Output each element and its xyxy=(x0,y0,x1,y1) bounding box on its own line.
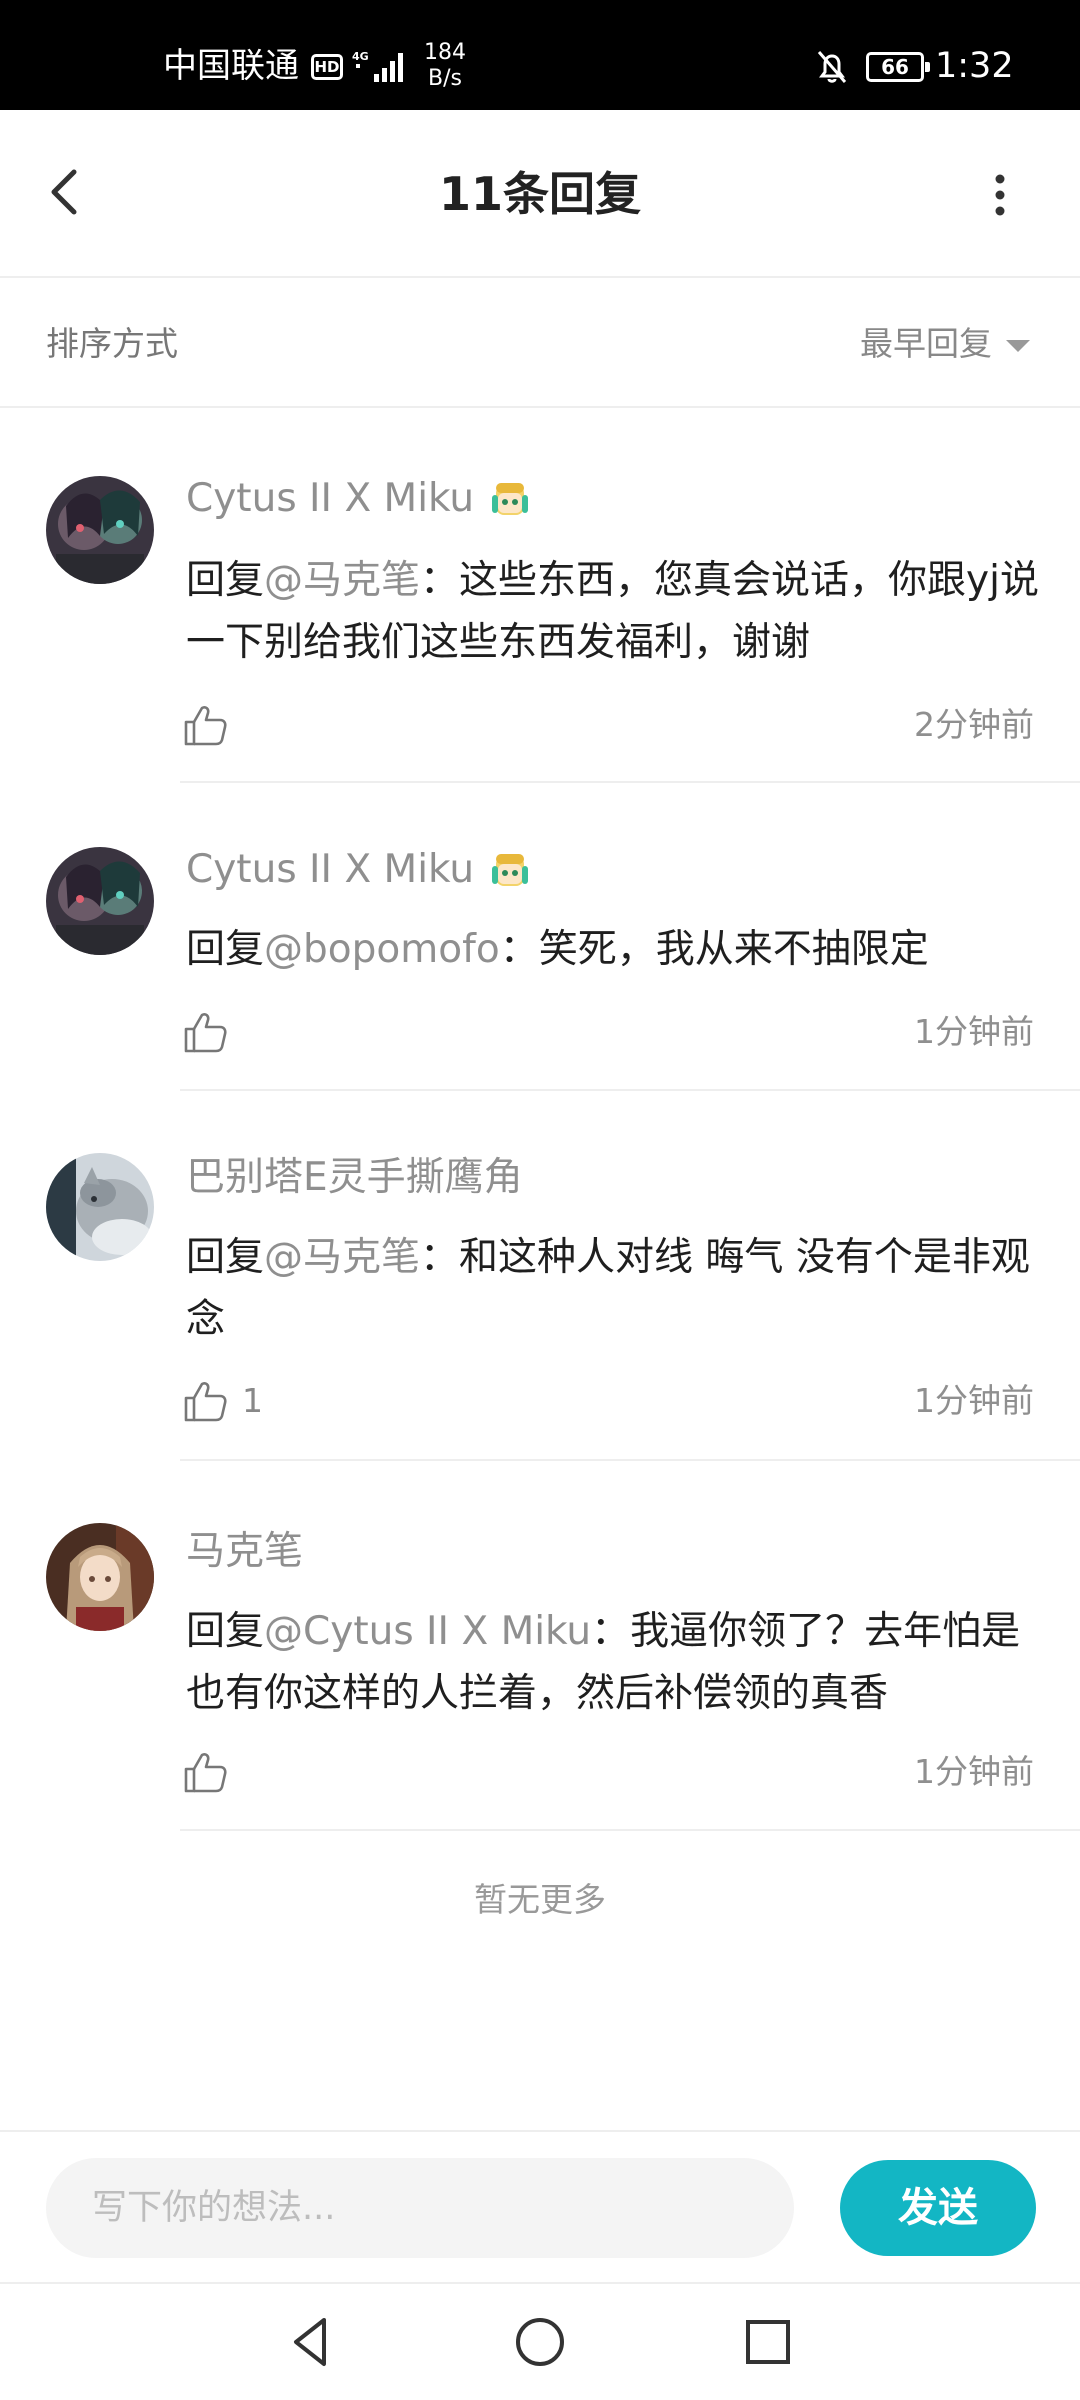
reply-content: 回复@马克笔：这些东西，您真会说话，你跟yj说一下别给我们这些东西发福利，谢谢 xyxy=(186,550,1046,674)
top-app-bar: 11条回复 xyxy=(0,110,1080,278)
reply-prefix: 回复 xyxy=(186,1235,265,1280)
bell-off-icon xyxy=(817,51,847,83)
page-title: 11条回复 xyxy=(438,167,641,221)
divider xyxy=(180,1829,1080,1831)
sort-value: 最早回复 xyxy=(860,324,992,363)
more-vertical-icon[interactable] xyxy=(980,168,1020,222)
system-navigation-bar xyxy=(0,2282,1080,2400)
reply-item: 巴别塔E灵手撕鹰角 回复@马克笔：和这种人对线 晦气 没有个是非观念 1 1分钟… xyxy=(0,1093,1080,1463)
sort-dropdown[interactable]: 最早回复 xyxy=(860,320,1030,368)
avatar[interactable] xyxy=(46,847,154,955)
like-button[interactable] xyxy=(182,1749,228,1795)
avatar[interactable] xyxy=(46,476,154,584)
sort-bar: 排序方式 最早回复 xyxy=(0,280,1080,408)
like-button[interactable] xyxy=(182,702,228,748)
thumbs-up-icon xyxy=(184,1013,227,1053)
like-button[interactable] xyxy=(182,1378,228,1424)
speed-unit: B/s xyxy=(428,66,462,91)
network-speed: 184 B/s xyxy=(424,40,466,92)
clock: 1:32 xyxy=(935,46,1014,86)
nav-home-icon[interactable] xyxy=(510,2312,570,2372)
timestamp: 1分钟前 xyxy=(914,1752,1034,1791)
thumbs-up-icon xyxy=(184,1382,227,1422)
comment-input-bar: 发送 xyxy=(0,2130,1080,2280)
thumbs-up-icon xyxy=(184,1753,227,1793)
status-bar: 中国联通 HD 4G 184 B/s 66 1:32 xyxy=(0,0,1080,110)
reply-item: Cytus II X Miku 回复@马克笔：这些东西，您真会说话，你跟yj说一… xyxy=(0,410,1080,783)
reply-header: 巴别塔E灵手撕鹰角 xyxy=(186,1153,523,1203)
reply-content: 回复@Cytus II X Miku：我逼你领了？去年怕是也有你这样的人拦着，然… xyxy=(186,1601,1046,1725)
nav-recents-icon[interactable] xyxy=(738,2312,798,2372)
battery-level: 66 xyxy=(881,55,909,79)
reply-prefix: 回复 xyxy=(186,927,265,972)
mention-link[interactable]: @马克笔 xyxy=(264,558,420,603)
divider xyxy=(180,1089,1080,1091)
comment-input[interactable] xyxy=(46,2158,794,2258)
sort-label: 排序方式 xyxy=(46,324,178,363)
reply-header: 马克笔 xyxy=(186,1527,303,1577)
reply-item: 马克笔 回复@Cytus II X Miku：我逼你领了？去年怕是也有你这样的人… xyxy=(0,1463,1080,1833)
reply-item: Cytus II X Miku 回复@bopomofo：笑死，我从来不抽限定 1… xyxy=(0,783,1080,1093)
nav-back-icon[interactable] xyxy=(280,2312,340,2372)
username[interactable]: Cytus II X Miku xyxy=(186,474,474,524)
end-of-list-text: 暂无更多 xyxy=(474,1880,606,1919)
username[interactable]: 巴别塔E灵手撕鹰角 xyxy=(186,1153,523,1203)
send-button[interactable]: 发送 xyxy=(840,2160,1036,2256)
avatar[interactable] xyxy=(46,1523,154,1631)
divider xyxy=(180,1459,1080,1461)
username[interactable]: 马克笔 xyxy=(186,1527,303,1577)
timestamp: 1分钟前 xyxy=(914,1012,1034,1051)
timestamp: 2分钟前 xyxy=(914,705,1034,744)
like-button[interactable] xyxy=(182,1009,228,1055)
miku-badge-icon xyxy=(492,854,529,886)
reply-header: Cytus II X Miku xyxy=(186,474,534,524)
battery-icon: 66 xyxy=(866,52,930,82)
miku-badge-icon xyxy=(492,483,529,515)
carrier-name: 中国联通 xyxy=(163,46,299,86)
mention-link[interactable]: @马克笔 xyxy=(264,1235,420,1280)
mention-link[interactable]: @bopomofo xyxy=(264,927,500,972)
reply-content: 回复@马克笔：和这种人对线 晦气 没有个是非观念 xyxy=(186,1227,1046,1351)
hd-badge: HD xyxy=(311,54,343,80)
like-count: 1 xyxy=(242,1381,263,1420)
reply-prefix: 回复 xyxy=(186,558,265,603)
timestamp: 1分钟前 xyxy=(914,1381,1034,1420)
avatar[interactable] xyxy=(46,1153,154,1261)
speed-value: 184 xyxy=(424,40,466,65)
mention-link[interactable]: @Cytus II X Miku xyxy=(264,1609,591,1654)
signal-icon: 4G xyxy=(352,50,403,82)
dropdown-arrow-icon xyxy=(1006,340,1030,352)
reply-prefix: 回复 xyxy=(186,1609,265,1654)
reply-content: 回复@bopomofo：笑死，我从来不抽限定 xyxy=(186,919,1046,981)
svg-text:4G: 4G xyxy=(352,50,369,63)
username[interactable]: Cytus II X Miku xyxy=(186,845,474,895)
reply-text: ：笑死，我从来不抽限定 xyxy=(499,927,929,972)
thumbs-up-icon xyxy=(184,706,227,746)
reply-header: Cytus II X Miku xyxy=(186,845,534,895)
